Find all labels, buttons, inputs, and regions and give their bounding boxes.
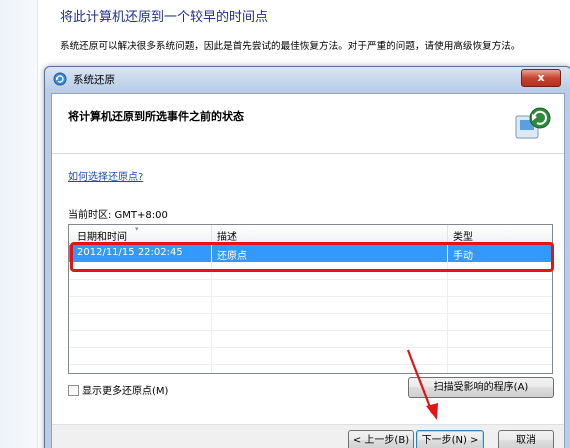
close-button[interactable]: x: [521, 69, 561, 87]
grid-line: [69, 330, 552, 331]
sort-arrow-icon: ▾: [135, 225, 139, 233]
grid-line: [69, 296, 552, 297]
column-type[interactable]: 类型: [453, 228, 473, 243]
show-more-checkbox[interactable]: [68, 385, 79, 396]
show-more-label: 显示更多还原点(M): [82, 386, 169, 397]
dialog-titlebar[interactable]: 系统还原 x: [45, 67, 570, 91]
dialog-header: 将计算机还原到所选事件之前的状态: [52, 94, 564, 154]
cancel-button[interactable]: 取消: [498, 430, 554, 448]
grid-line: [69, 313, 552, 314]
timezone-label: 当前时区: GMT+8:00: [68, 210, 168, 221]
grid-line: [69, 364, 552, 365]
dialog-heading: 将计算机还原到所选事件之前的状态: [68, 110, 244, 123]
grid-line: [69, 347, 552, 348]
next-button[interactable]: 下一步(N) >: [416, 430, 484, 448]
dialog-title: 系统还原: [73, 74, 115, 86]
control-panel-sidebar: [0, 0, 38, 448]
show-more-option[interactable]: 显示更多还原点(M): [68, 382, 168, 397]
page-heading: 将此计算机还原到一个较早的时间点: [60, 10, 269, 25]
dialog-footer: [52, 424, 564, 448]
grid-line: [69, 279, 552, 280]
close-icon: x: [537, 71, 545, 84]
column-description[interactable]: 描述: [217, 228, 237, 243]
system-restore-icon: [53, 72, 67, 86]
annotation-highlight-box: [70, 242, 554, 272]
column-datetime[interactable]: 日期和时间: [77, 228, 127, 243]
help-link[interactable]: 如何选择还原点?: [68, 168, 143, 183]
page-description: 系统还原可以解决很多系统问题，因此是首先尝试的最佳恢复方法。对于严重的问题，请使…: [60, 41, 521, 52]
back-button[interactable]: < 上一步(B): [348, 430, 414, 448]
restore-wizard-icon: [515, 107, 551, 139]
scan-affected-programs-button[interactable]: 扫描受影响的程序(A): [408, 377, 554, 398]
